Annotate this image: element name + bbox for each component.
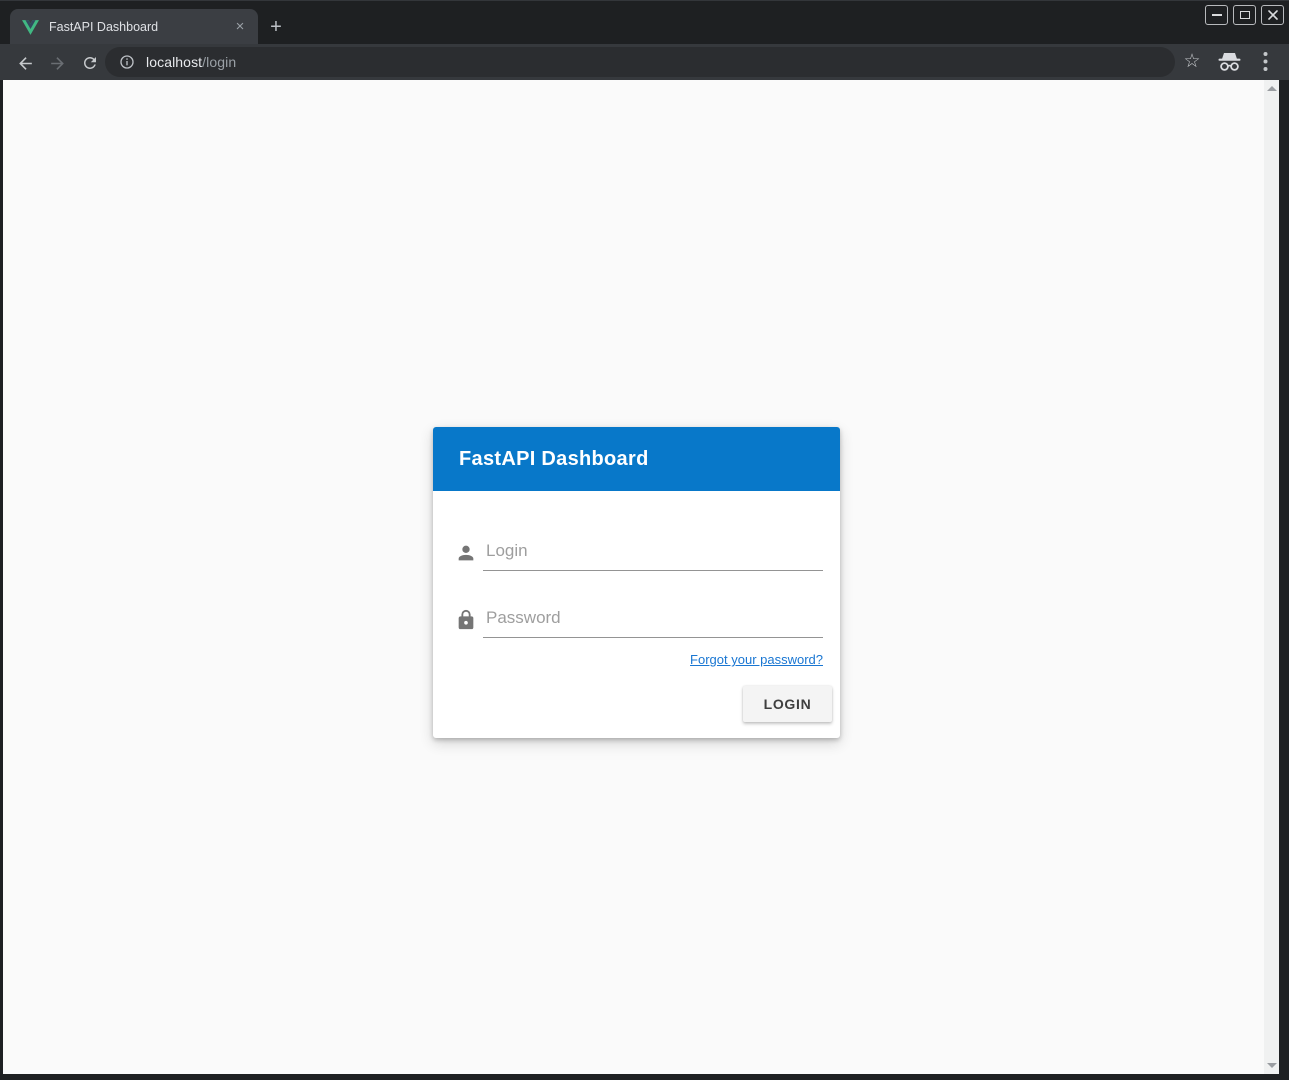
login-card-header: FastAPI Dashboard	[433, 427, 840, 491]
forgot-password-link[interactable]: Forgot your password?	[690, 652, 823, 667]
login-button[interactable]: LOGIN	[743, 686, 832, 722]
incognito-badge	[1216, 52, 1243, 77]
close-icon	[1268, 10, 1278, 20]
back-arrow-icon	[16, 54, 35, 73]
tab-title: FastAPI Dashboard	[49, 20, 230, 34]
incognito-icon	[1216, 52, 1243, 72]
maximize-button[interactable]	[1233, 5, 1256, 25]
login-card-title: FastAPI Dashboard	[459, 448, 649, 471]
forward-button[interactable]	[46, 52, 68, 74]
browser-toolbar: localhost/login ☆	[0, 44, 1289, 80]
forgot-password-row: Forgot your password?	[450, 651, 823, 669]
close-button[interactable]	[1261, 5, 1284, 25]
reload-icon	[81, 54, 99, 72]
login-button-row: LOGIN	[441, 686, 832, 722]
login-card-body: Forgot your password? LOGIN	[433, 491, 840, 738]
reload-button[interactable]	[79, 52, 101, 74]
browser-window: FastAPI Dashboard × +	[0, 0, 1289, 1080]
back-button[interactable]	[14, 52, 36, 74]
url-host: localhost	[146, 54, 202, 70]
person-icon	[455, 542, 477, 564]
page-scrollbar[interactable]	[1264, 80, 1279, 1074]
browser-menu-button[interactable]	[1257, 51, 1273, 72]
bookmark-button[interactable]: ☆	[1181, 48, 1203, 74]
login-input[interactable]	[483, 541, 823, 571]
new-tab-button[interactable]: +	[262, 13, 290, 41]
minimize-icon	[1212, 14, 1222, 16]
login-field-row	[455, 527, 823, 571]
scrollbar-up-arrow-icon[interactable]	[1267, 86, 1277, 91]
window-controls	[1205, 5, 1284, 25]
browser-tab[interactable]: FastAPI Dashboard ×	[10, 9, 258, 45]
password-input[interactable]	[483, 608, 823, 638]
vue-logo-icon	[22, 20, 39, 35]
tab-close-icon[interactable]: ×	[230, 17, 250, 37]
address-bar[interactable]: localhost/login	[105, 47, 1175, 77]
browser-titlebar: FastAPI Dashboard × +	[0, 0, 1289, 44]
lock-icon	[455, 609, 477, 631]
minimize-button[interactable]	[1205, 5, 1228, 25]
kebab-menu-icon	[1263, 51, 1268, 72]
url-text: localhost/login	[146, 54, 236, 70]
page-content: FastAPI Dashboard Forgot your passwo	[3, 80, 1279, 1074]
password-field-row	[455, 594, 823, 638]
forward-arrow-icon	[48, 54, 67, 73]
login-card: FastAPI Dashboard Forgot your passwo	[433, 427, 840, 738]
maximize-icon	[1240, 11, 1250, 19]
star-icon: ☆	[1183, 50, 1200, 73]
url-path: /login	[202, 54, 236, 70]
scrollbar-down-arrow-icon[interactable]	[1267, 1063, 1277, 1068]
info-icon	[119, 54, 135, 70]
